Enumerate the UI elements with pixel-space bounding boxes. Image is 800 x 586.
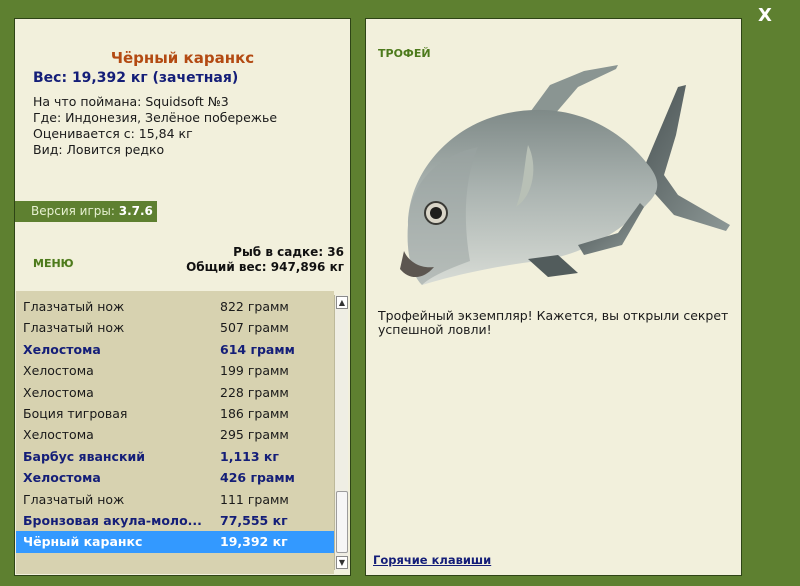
fish-list-name: Барбус яванский bbox=[23, 448, 145, 464]
fish-list-weight: 186 грамм bbox=[220, 405, 289, 421]
fish-list-name: Хелостома bbox=[23, 363, 94, 379]
fish-list-row[interactable]: Глазчатый нож 111 грамм bbox=[16, 489, 334, 510]
fish-list-weight: 19,392 кг bbox=[220, 534, 288, 550]
fish-list-name: Глазчатый нож bbox=[23, 299, 125, 314]
fish-list-weight: 426 грамм bbox=[220, 470, 295, 486]
game-version-bar: Версия игры: 3.7.6 bbox=[15, 201, 157, 222]
fish-list-name: Глазчатый нож bbox=[23, 491, 125, 507]
fish-weight: Вес: 19,392 кг (зачетная) bbox=[33, 70, 239, 86]
fish-list-row[interactable]: Хелостома 426 грамм bbox=[16, 467, 334, 488]
fish-list-weight: 228 грамм bbox=[220, 384, 289, 400]
fish-list-name: Чёрный каранкс bbox=[23, 534, 143, 550]
trophy-message: Трофейный экземпляр! Кажется, вы открыли… bbox=[378, 308, 729, 337]
cage-stats: Рыб в садке: 36 Общий вес: 947,896 кг bbox=[186, 245, 344, 275]
fish-list-weight: 111 грамм bbox=[220, 491, 289, 507]
game-version-label: Версия игры: bbox=[31, 204, 115, 218]
close-icon[interactable]: X bbox=[758, 5, 772, 26]
caught-with-line: На что поймана: Squidsoft №3 bbox=[33, 94, 229, 109]
cage-total-weight: Общий вес: 947,896 кг bbox=[186, 260, 344, 274]
fish-list-weight: 614 грамм bbox=[220, 341, 295, 357]
species-rarity-line: Вид: Ловится редко bbox=[33, 142, 165, 157]
fish-list-row[interactable]: Хелостома 199 грамм bbox=[16, 360, 334, 381]
fish-list-row[interactable]: Хелостома 228 грамм bbox=[16, 382, 334, 403]
scroll-up-arrow-icon[interactable]: ▲ bbox=[336, 296, 348, 309]
fish-list-row[interactable]: Бронзовая акула-моло... 77,555 кг bbox=[16, 510, 334, 531]
close-button[interactable]: X bbox=[752, 4, 778, 28]
hotkeys-link[interactable]: Горячие клавиши bbox=[373, 553, 491, 567]
game-version-value: 3.7.6 bbox=[118, 204, 153, 218]
fish-list-name: Боция тигровая bbox=[23, 405, 128, 421]
fish-list-row[interactable]: Глазчатый нож 822 грамм bbox=[16, 296, 334, 317]
fish-list-row[interactable]: Глазчатый нож 507 грамм bbox=[16, 317, 334, 338]
fish-image bbox=[400, 65, 730, 285]
fish-info-panel: Чёрный каранкс Вес: 19,392 кг (зачетная)… bbox=[14, 18, 351, 576]
fish-list-weight: 1,113 кг bbox=[220, 448, 279, 464]
fish-list-row[interactable]: Чёрный каранкс 19,392 кг bbox=[16, 531, 334, 553]
menu-button[interactable]: МЕНЮ bbox=[33, 257, 74, 270]
fish-list-weight: 822 грамм bbox=[220, 299, 289, 314]
fish-list-name: Бронзовая акула-моло... bbox=[23, 512, 202, 528]
fish-list-name: Глазчатый нож bbox=[23, 320, 125, 336]
valued-from-line: Оценивается с: 15,84 кг bbox=[33, 126, 193, 141]
list-scrollbar[interactable]: ▲ ▼ bbox=[334, 295, 348, 570]
cage-fish-count: Рыб в садке: 36 bbox=[233, 245, 344, 259]
fish-list-name: Хелостома bbox=[23, 470, 101, 486]
scroll-down-arrow-icon[interactable]: ▼ bbox=[336, 556, 348, 569]
trophy-panel: ТРОФЕЙ Трофейный экземпляр! Кажется, вы … bbox=[365, 18, 742, 576]
fish-list-name: Хелостома bbox=[23, 341, 101, 357]
fish-title: Чёрный каранкс bbox=[110, 49, 255, 67]
scroll-thumb[interactable] bbox=[336, 491, 348, 553]
fish-list-row[interactable]: Хелостома 614 грамм bbox=[16, 339, 334, 360]
location-line: Где: Индонезия, Зелёное побережье bbox=[33, 110, 278, 125]
fish-list-name: Хелостома bbox=[23, 427, 94, 443]
fish-list-row[interactable]: Боция тигровая 186 грамм bbox=[16, 403, 334, 424]
fish-list-row[interactable]: Барбус яванский 1,113 кг bbox=[16, 446, 334, 467]
fish-list[interactable]: Глазчатый нож 822 грамм Глазчатый нож 507 г… bbox=[16, 291, 334, 574]
fish-list-name: Хелостома bbox=[23, 384, 94, 400]
fish-list-weight: 77,555 кг bbox=[220, 512, 288, 528]
fish-list-row[interactable]: Хелостома 295 грамм bbox=[16, 424, 334, 445]
fish-list-weight: 295 грамм bbox=[220, 427, 289, 443]
fish-list-weight: 199 грамм bbox=[220, 363, 289, 379]
fish-list-weight: 507 грамм bbox=[220, 320, 289, 336]
